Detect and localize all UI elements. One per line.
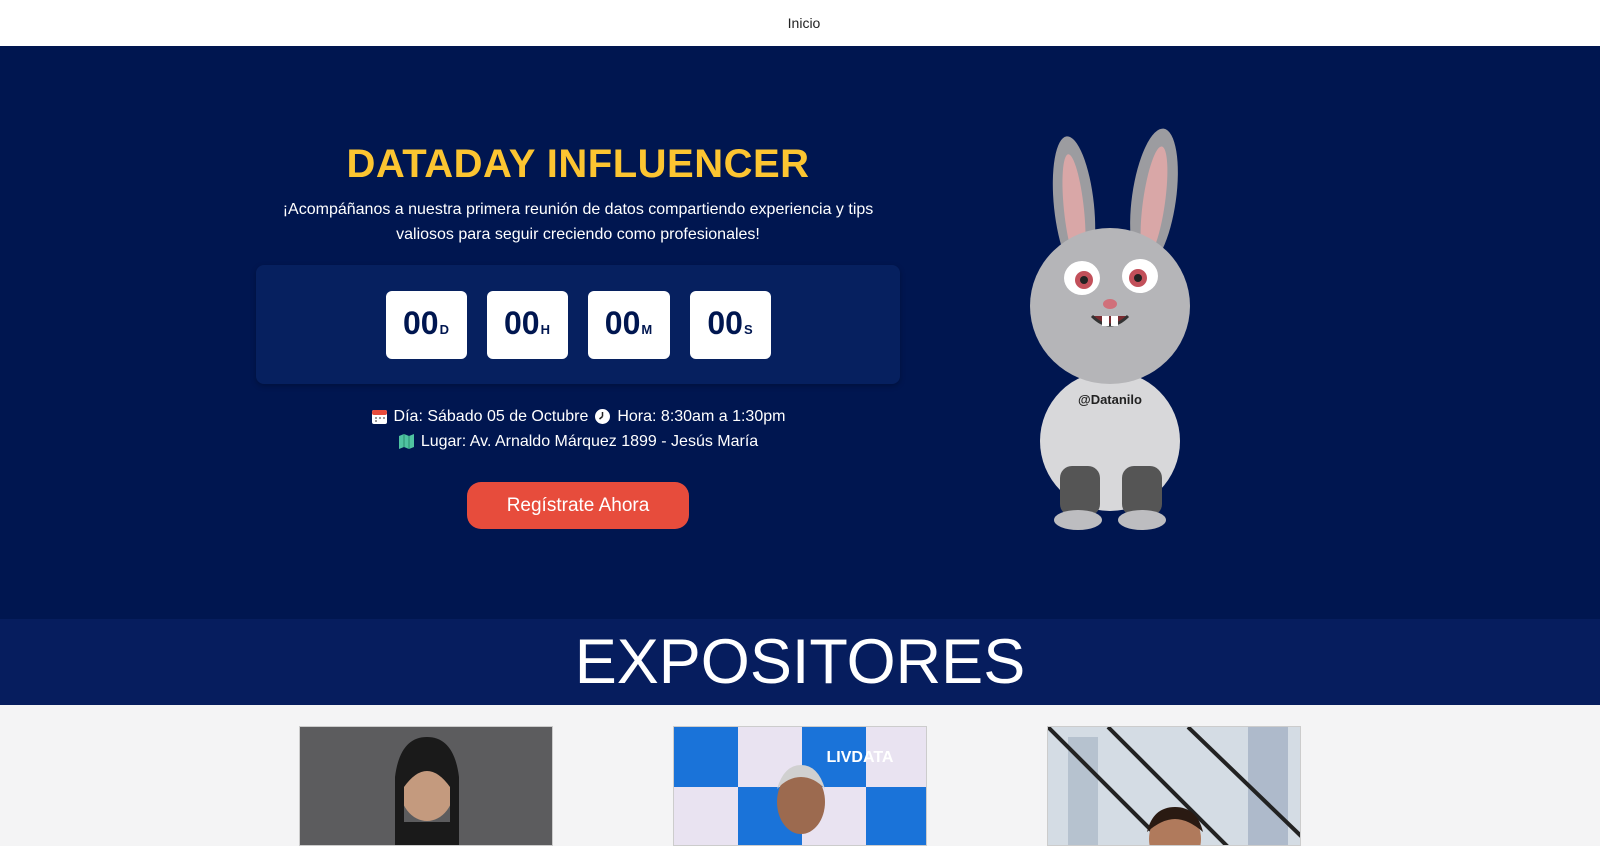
event-subtitle: ¡Acompáñanos a nuestra primera reunión d… <box>282 201 874 243</box>
countdown-seconds-unit: S <box>743 321 753 337</box>
speakers-section: LIVDATA <box>0 705 1600 846</box>
place-line: Lugar: Av. Arnaldo Márquez 1899 - Jesús … <box>256 429 900 454</box>
top-navbar: Inicio <box>0 0 1600 46</box>
event-time: Hora: 8:30am a 1:30pm <box>617 408 786 425</box>
countdown-minutes-value: 00 <box>604 304 641 341</box>
register-button[interactable]: Regístrate Ahora <box>466 482 690 529</box>
map-icon <box>398 433 415 450</box>
countdown-days: 00 D <box>385 290 467 359</box>
speaker-card-1[interactable] <box>299 726 553 846</box>
date-time-line: Día: Sábado 05 de Octubre Hora: 8:30am a… <box>256 404 900 429</box>
countdown-days-value: 00 <box>403 304 439 341</box>
mascot-hoodie-text: @Datanilo <box>1078 392 1142 407</box>
speaker-photo-1 <box>300 727 552 845</box>
clock-icon <box>594 408 611 425</box>
countdown-hours-unit: H <box>540 321 550 337</box>
banner-text: LIVDATA <box>827 749 894 766</box>
speakers-title-bar: EXPOSITORES <box>0 619 1600 705</box>
nav-link-inicio[interactable]: Inicio <box>788 15 821 31</box>
speakers-title: EXPOSITORES <box>574 627 1026 697</box>
countdown-seconds: 00 S <box>689 290 771 359</box>
speaker-photo-2: LIVDATA <box>674 727 926 845</box>
hero-content: DATADAY INFLUENCER ¡Acompáñanos a nuestr… <box>256 142 900 529</box>
countdown-minutes-unit: M <box>641 321 653 337</box>
speaker-card-3[interactable] <box>1047 726 1301 846</box>
event-title: DATADAY INFLUENCER <box>346 142 810 186</box>
countdown-timer: 00 D 00 H 00 M 00 S <box>256 265 900 384</box>
countdown-days-unit: D <box>439 321 449 337</box>
countdown-hours: 00 H <box>486 290 568 359</box>
event-date: Día: Sábado 05 de Octubre <box>393 408 589 425</box>
event-place: Lugar: Av. Arnaldo Márquez 1899 - Jesús … <box>420 433 759 450</box>
hero-section: DATADAY INFLUENCER ¡Acompáñanos a nuestr… <box>0 46 1600 619</box>
countdown-seconds-value: 00 <box>707 304 743 341</box>
speaker-card-2[interactable]: LIVDATA <box>673 726 927 846</box>
countdown-hours-value: 00 <box>504 304 540 341</box>
event-info: Día: Sábado 05 de Octubre Hora: 8:30am a… <box>256 404 900 454</box>
speaker-photo-3 <box>1048 727 1300 845</box>
mascot-image: @Datanilo <box>1030 126 1250 546</box>
calendar-icon <box>371 408 388 425</box>
countdown-minutes: 00 M <box>587 290 670 359</box>
